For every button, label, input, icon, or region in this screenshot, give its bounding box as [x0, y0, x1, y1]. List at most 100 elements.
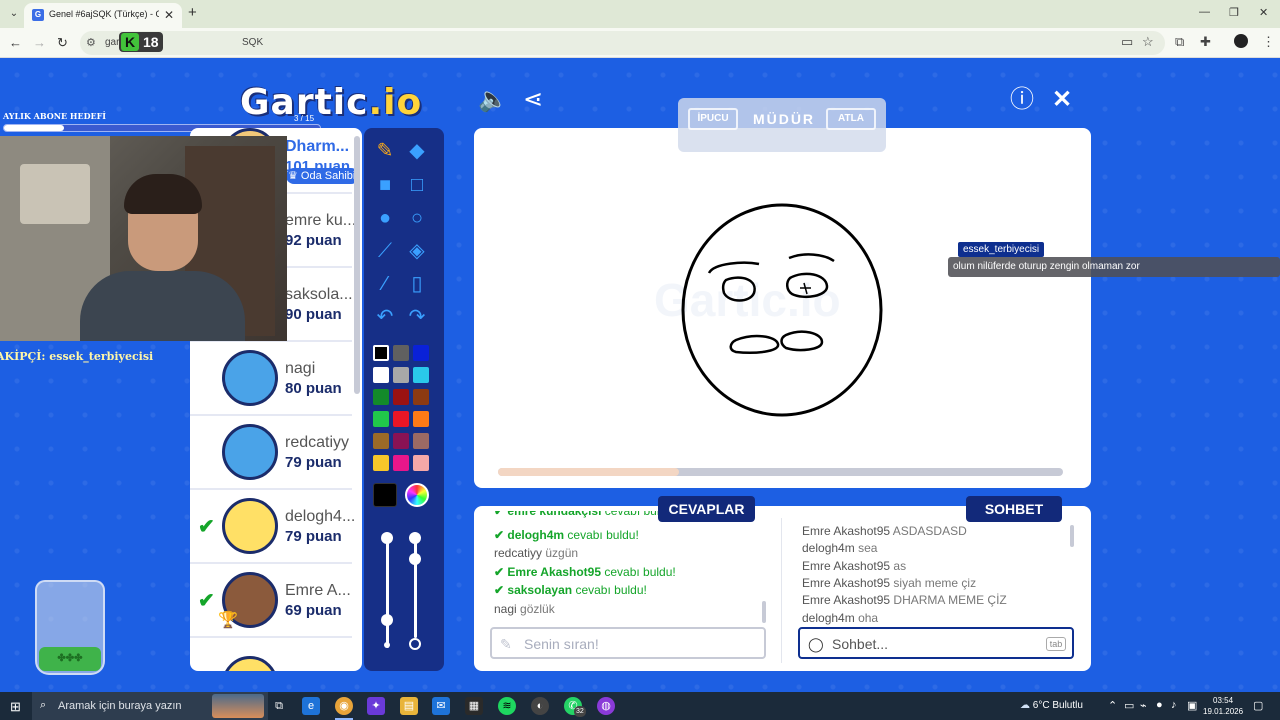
color-swatch[interactable] — [393, 367, 409, 383]
eraser-icon[interactable]: ◆ — [405, 139, 429, 163]
tray-volume-icon[interactable]: ♪ — [1171, 699, 1177, 711]
size-slider-track[interactable] — [386, 538, 389, 648]
tab-close-icon[interactable]: ✕ — [164, 8, 174, 22]
new-tab-button[interactable]: + — [188, 4, 197, 21]
copilot-icon[interactable]: ✦ — [367, 697, 385, 715]
extension-icon[interactable]: ⧉ — [1175, 34, 1184, 50]
hint-button[interactable]: İPUCU — [688, 108, 738, 130]
opacity-slider-top-knob[interactable] — [409, 532, 421, 544]
chat-input[interactable]: ◯ Sohbet... tab — [798, 627, 1074, 659]
color-swatch[interactable] — [373, 345, 389, 361]
redo-icon[interactable]: ↷ — [405, 305, 429, 329]
color-swatch[interactable] — [393, 411, 409, 427]
eyedropper-icon[interactable]: ⁄ — [373, 272, 397, 296]
more-menu-icon[interactable]: ⋮ — [1262, 34, 1275, 50]
color-swatch[interactable] — [373, 389, 389, 405]
answer-text: gözlük — [520, 601, 555, 616]
obs-icon[interactable]: ◐ — [531, 697, 549, 715]
store-icon[interactable]: ▦ — [465, 697, 483, 715]
size-slider-top-knob[interactable] — [381, 532, 393, 544]
color-swatch[interactable] — [413, 345, 429, 361]
browser-toolbar: ← → ↻ ⚙ gar SQK — [0, 28, 1280, 58]
tray-chevron-icon[interactable]: ⌃ — [1108, 699, 1117, 712]
tab-search-menu[interactable]: ⌄ — [6, 6, 22, 22]
pencil-icon[interactable]: ✎ — [373, 139, 397, 163]
color-swatch[interactable] — [413, 389, 429, 405]
color-swatch[interactable] — [413, 367, 429, 383]
rect-outline-icon[interactable]: □ — [405, 173, 429, 197]
color-swatch[interactable] — [413, 411, 429, 427]
minimize-icon[interactable]: — — [1199, 6, 1210, 18]
current-color-swatch[interactable] — [373, 483, 397, 507]
player-row[interactable]: nagi 80 puan — [190, 342, 352, 416]
mail-icon[interactable]: ✉ — [432, 697, 450, 715]
bookmark-star-icon[interactable]: ☆ — [1142, 34, 1154, 50]
tray-device-icon[interactable]: ▭ — [1124, 699, 1134, 712]
site-info-icon[interactable]: ⚙ — [86, 36, 96, 49]
task-view-icon[interactable]: ⧉ — [270, 697, 288, 715]
edge-icon[interactable]: e — [302, 697, 320, 715]
tray-network-off-icon[interactable]: ⌁ — [1140, 699, 1147, 712]
restore-icon[interactable]: ❐ — [1229, 6, 1239, 19]
sound-icon[interactable]: 🔈 — [478, 86, 508, 114]
start-windows-icon[interactable]: ⊞ — [10, 699, 21, 715]
chat-user: Emre Akashot95 — [802, 575, 891, 590]
close-game-icon[interactable]: ✕ — [1048, 86, 1076, 114]
back-icon[interactable]: ← — [9, 35, 22, 50]
forward-icon[interactable]: → — [33, 35, 46, 50]
skip-button[interactable]: ATLA — [826, 108, 876, 130]
color-swatch[interactable] — [413, 433, 429, 449]
color-swatch[interactable] — [393, 389, 409, 405]
color-swatch[interactable] — [373, 433, 389, 449]
drawing-tools-panel: ✎ ◆ ■ □ ● ○ ⟋ ◈ ⁄ ▯ ↶ ↷ — [364, 128, 444, 671]
share-icon[interactable]: ⋖ — [519, 86, 547, 114]
color-wheel-icon[interactable] — [405, 483, 429, 507]
chat-text: siyah meme çiz — [893, 575, 977, 590]
player-list-scrollbar[interactable] — [354, 136, 360, 394]
window-close-icon[interactable]: ✕ — [1259, 6, 1268, 19]
profile-avatar[interactable] — [1234, 34, 1248, 48]
line-icon[interactable]: ⟋ — [373, 239, 397, 263]
filled-rect-icon[interactable]: ■ — [373, 173, 397, 197]
tray-mic-icon[interactable]: ● — [1156, 699, 1163, 711]
notification-icon[interactable]: ▢ — [1253, 699, 1263, 712]
browser-tab[interactable]: G Genel #6ajSQK (Türkçe) - Gartic ✕ — [24, 3, 182, 28]
undo-icon[interactable]: ↶ — [373, 305, 397, 329]
answer-input[interactable]: ✎ Senin sıran! — [490, 627, 766, 659]
drawing-right-brow — [788, 253, 835, 263]
taskbar-clock[interactable]: 03:54 19.01.2026 — [1203, 695, 1243, 717]
messenger-icon[interactable]: ◍ — [597, 697, 615, 715]
cast-icon[interactable]: ▭ — [1121, 34, 1133, 50]
color-swatch[interactable] — [413, 455, 429, 471]
color-swatch[interactable] — [393, 455, 409, 471]
info-icon[interactable]: ⓘ — [1008, 86, 1036, 114]
circle-outline-icon[interactable]: ○ — [405, 206, 429, 230]
answers-scrollbar[interactable] — [762, 601, 766, 623]
opacity-slider-knob[interactable] — [409, 553, 421, 565]
reload-icon[interactable]: ↻ — [57, 35, 68, 51]
player-row[interactable]: delogh4... 79 puan ✔ — [190, 490, 355, 564]
file-explorer-icon[interactable]: ▤ — [400, 697, 418, 715]
puzzle-icon[interactable]: ✚ — [1200, 34, 1211, 50]
player-row[interactable]: Emre A... 69 puan ✔ 🏆 — [190, 564, 352, 638]
new-page-icon[interactable]: ▯ — [405, 272, 429, 296]
player-avatar-partial — [222, 656, 278, 671]
color-swatch[interactable] — [373, 367, 389, 383]
tray-display-icon[interactable]: ▣ — [1187, 699, 1197, 712]
chrome-icon[interactable]: ◉ — [335, 697, 353, 715]
color-swatch[interactable] — [393, 433, 409, 449]
fill-bucket-icon[interactable]: ◈ — [405, 239, 429, 263]
drawing-canvas[interactable]: Gartic.io — [474, 128, 1091, 488]
address-bar[interactable]: ⚙ gar SQK — [80, 31, 1165, 55]
weather-widget[interactable]: ☁ 6°C Bulutlu — [1020, 700, 1083, 711]
spotify-icon[interactable]: ≋ — [498, 697, 516, 715]
size-slider-knob[interactable] — [381, 614, 393, 626]
color-swatch[interactable] — [373, 455, 389, 471]
color-swatch[interactable] — [393, 345, 409, 361]
chat-scrollbar[interactable] — [1070, 525, 1074, 547]
taskbar-search[interactable]: ⌕ Aramak için buraya yazın — [32, 692, 268, 720]
color-swatch[interactable] — [373, 411, 389, 427]
player-row[interactable]: redcatiyy 79 puan — [190, 416, 352, 490]
guessed-check-icon: ✔ — [198, 516, 215, 538]
filled-circle-icon[interactable]: ● — [373, 206, 397, 230]
